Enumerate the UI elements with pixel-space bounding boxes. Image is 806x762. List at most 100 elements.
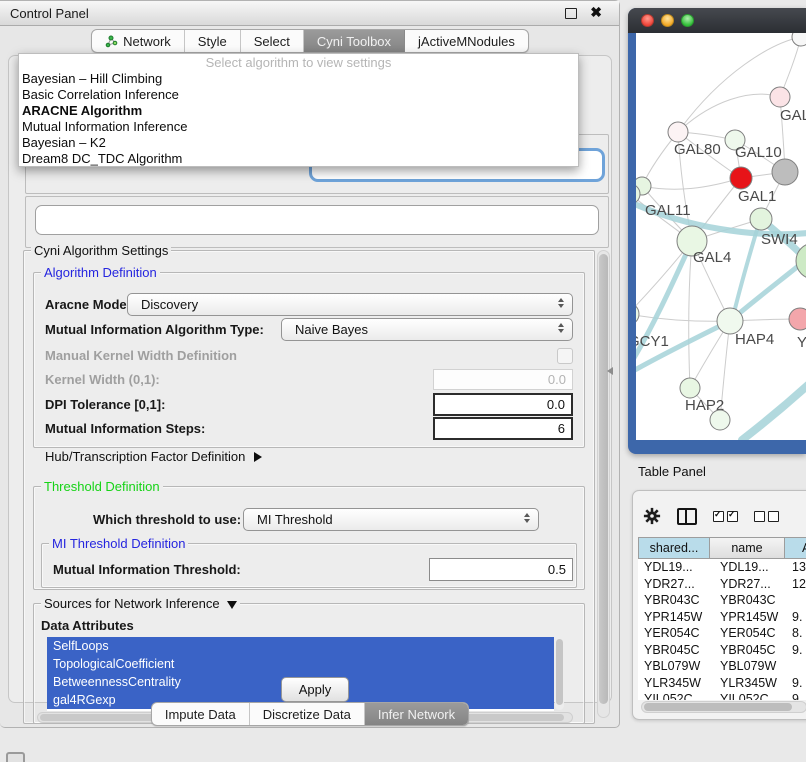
table-cell: YLR345W xyxy=(638,675,710,692)
table-row[interactable]: YBR043CYBR043C xyxy=(638,592,806,609)
node-label: GAL10 xyxy=(735,144,782,161)
scrollbar-thumb[interactable] xyxy=(556,639,563,705)
control-panel-window: Control Panel ✖ NetworkStyleSelectCyni T… xyxy=(0,0,620,728)
column-visibility-icon[interactable] xyxy=(677,508,697,525)
table-panel-title: Table Panel xyxy=(638,464,706,479)
network-node-gal80[interactable] xyxy=(668,122,688,142)
table-row[interactable]: YDR27...YDR27...12 xyxy=(638,576,806,593)
minimized-panel-icon[interactable] xyxy=(6,752,25,762)
tab-label: Discretize Data xyxy=(263,707,351,722)
dpi-tolerance-input[interactable]: 0.0 xyxy=(433,393,573,416)
network-node-gal1[interactable] xyxy=(730,167,752,189)
table-cell xyxy=(785,658,806,675)
network-node[interactable] xyxy=(792,33,806,46)
bottom-tab-infer-network[interactable]: Infer Network xyxy=(365,703,468,725)
bottom-tab-impute-data[interactable]: Impute Data xyxy=(152,703,250,725)
attribute-item-topologicalcoefficient[interactable]: TopologicalCoefficient xyxy=(47,655,554,673)
combo-stepper-icon xyxy=(524,513,530,523)
attributes-scrollbar[interactable] xyxy=(555,638,564,710)
network-node-gal[interactable] xyxy=(770,87,790,107)
network-node[interactable] xyxy=(772,159,798,185)
attribute-item-selfloops[interactable]: SelfLoops xyxy=(47,637,554,655)
mac-zoom-icon[interactable] xyxy=(681,14,694,27)
window-title: Control Panel xyxy=(0,6,89,21)
node-label: GAL xyxy=(780,107,806,124)
tab-network[interactable]: Network xyxy=(92,30,185,52)
network-node-hap2[interactable] xyxy=(680,378,700,398)
column-header-name[interactable]: name xyxy=(710,537,785,559)
data-attributes-label: Data Attributes xyxy=(41,618,134,633)
column-header-shared[interactable]: shared... xyxy=(638,537,710,559)
select-all-checkboxes-icon[interactable] xyxy=(713,511,738,522)
mi-threshold-label: Mutual Information Threshold: xyxy=(53,562,241,577)
manual-kernel-label: Manual Kernel Width Definition xyxy=(45,348,237,363)
table-horizontal-scrollbar[interactable] xyxy=(641,701,806,713)
table-cell: YER054C xyxy=(710,625,785,642)
expander-collapsed-icon[interactable] xyxy=(254,452,262,462)
float-window-icon[interactable] xyxy=(565,8,577,19)
network-node-y[interactable] xyxy=(789,308,806,330)
gear-icon[interactable] xyxy=(643,507,661,525)
expander-expanded-icon[interactable] xyxy=(227,601,237,609)
data-field-fragment[interactable] xyxy=(35,205,599,235)
network-node-gcy1[interactable] xyxy=(636,303,639,325)
combo-stepper-icon xyxy=(558,298,564,308)
algorithm-option-bayesian-hill-climbing[interactable]: Bayesian – Hill Climbing xyxy=(19,71,578,87)
table-row[interactable]: YBR045CYBR045C9. xyxy=(638,642,806,659)
combo-stepper-icon xyxy=(558,323,564,333)
which-threshold-select[interactable]: MI Threshold xyxy=(243,508,539,531)
scrollbar-thumb[interactable] xyxy=(599,254,608,704)
table-row[interactable]: YPR145WYPR145W9. xyxy=(638,609,806,626)
mi-threshold-input[interactable]: 0.5 xyxy=(429,558,573,581)
algorithm-option-dream8-dc-tdc-algorithm[interactable]: Dream8 DC_TDC Algorithm xyxy=(19,151,578,167)
algorithm-option-mutual-information-inference[interactable]: Mutual Information Inference xyxy=(19,119,578,135)
network-node-swi4[interactable] xyxy=(750,208,772,230)
algorithm-option-aracne-algorithm[interactable]: ARACNE Algorithm xyxy=(19,103,578,119)
column-header-a[interactable]: A xyxy=(785,537,806,559)
sources-group-title[interactable]: Sources for Network Inference xyxy=(41,596,240,611)
scrollbar-thumb[interactable] xyxy=(644,703,792,711)
table-cell: 9. xyxy=(785,609,806,626)
tab-cyni-toolbox[interactable]: Cyni Toolbox xyxy=(304,30,405,52)
table-rows: YDL19...YDL19...13YDR27...YDR27...12YBR0… xyxy=(638,559,806,700)
dpi-tolerance-label: DPI Tolerance [0,1]: xyxy=(45,397,165,412)
split-pane-handle[interactable] xyxy=(607,367,613,375)
aracne-mode-select[interactable]: Discovery xyxy=(127,293,573,316)
algorithm-option-bayesian-k2[interactable]: Bayesian – K2 xyxy=(19,135,578,151)
network-node[interactable] xyxy=(710,410,730,430)
aracne-mode-value: Discovery xyxy=(141,297,198,312)
bottom-tab-discretize-data[interactable]: Discretize Data xyxy=(250,703,365,725)
table-row[interactable]: YLR345WYLR345W9. xyxy=(638,675,806,692)
table-toolbar xyxy=(643,505,806,527)
mi-steps-input[interactable]: 6 xyxy=(433,417,573,440)
network-graph: GALGAL80GAL10GAL1GAL11SWI4GAL4GCY1HAP4YH… xyxy=(636,33,806,440)
table-cell: YDR27... xyxy=(710,576,785,593)
table-row[interactable]: YIL052CYIL052C9 xyxy=(638,691,806,700)
network-canvas[interactable]: GALGAL80GAL10GAL1GAL11SWI4GAL4GCY1HAP4YH… xyxy=(636,33,806,440)
table-cell: YBR045C xyxy=(638,642,710,659)
node-table: shared...nameA YDL19...YDL19...13YDR27..… xyxy=(638,537,806,700)
tab-style[interactable]: Style xyxy=(185,30,241,52)
manual-kernel-checkbox[interactable] xyxy=(557,348,573,364)
mi-type-select[interactable]: Naive Bayes xyxy=(281,318,573,341)
table-cell: YBR045C xyxy=(710,642,785,659)
tab-select[interactable]: Select xyxy=(241,30,304,52)
table-row[interactable]: YER054CYER054C8. xyxy=(638,625,806,642)
hub-definition-expander[interactable]: Hub/Transcription Factor Definition xyxy=(45,449,262,464)
close-icon[interactable]: ✖ xyxy=(590,4,602,21)
tab-jactivemnodules[interactable]: jActiveMNodules xyxy=(405,30,528,52)
table-row[interactable]: YBL079WYBL079W xyxy=(638,658,806,675)
table-cell: YER054C xyxy=(638,625,710,642)
deselect-all-checkboxes-icon[interactable] xyxy=(754,511,779,522)
network-window-titlebar[interactable] xyxy=(628,8,806,33)
mac-minimize-icon[interactable] xyxy=(661,14,674,27)
bottom-tabbar: Impute Data Discretize Data Infer Network xyxy=(0,702,620,726)
algorithm-option-basic-correlation-inference[interactable]: Basic Correlation Inference xyxy=(19,87,578,103)
mac-close-icon[interactable] xyxy=(641,14,654,27)
settings-vertical-scrollbar[interactable] xyxy=(597,250,610,718)
control-panel-tabbar: NetworkStyleSelectCyni ToolboxjActiveMNo… xyxy=(0,29,620,53)
kernel-width-input[interactable]: 0.0 xyxy=(433,369,573,390)
table-cell: YDL19... xyxy=(710,559,785,576)
apply-button[interactable]: Apply xyxy=(281,677,349,702)
table-row[interactable]: YDL19...YDL19...13 xyxy=(638,559,806,576)
